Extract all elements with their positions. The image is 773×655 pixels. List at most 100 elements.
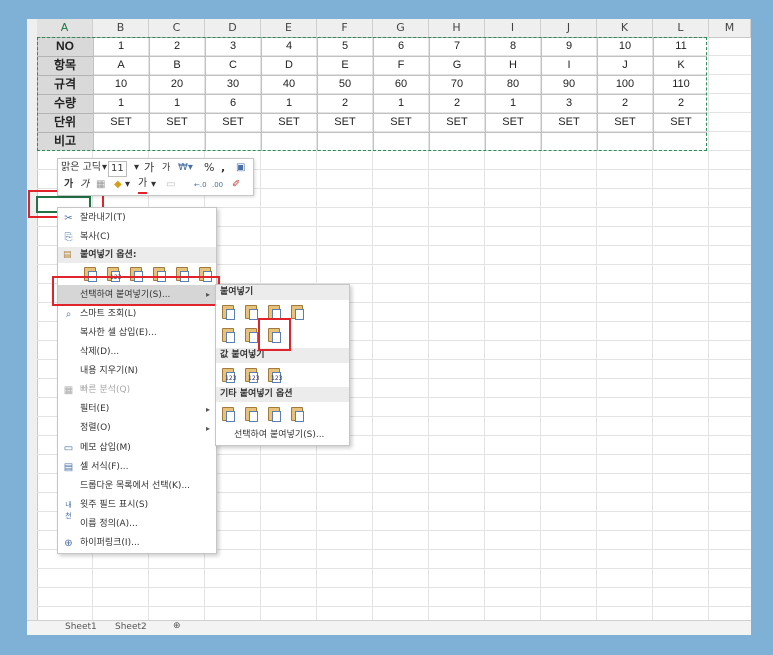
row-label-cell[interactable]: 규격 — [37, 75, 93, 94]
row-label-cell[interactable]: 비고 — [37, 132, 93, 151]
table-cell[interactable]: 60 — [373, 75, 429, 94]
table-cell[interactable]: K — [653, 56, 709, 75]
table-cell[interactable]: SET — [429, 113, 485, 132]
column-header[interactable]: I — [485, 19, 541, 37]
submenu-paste-special-link[interactable]: 선택하여 붙여넣기(S)... — [234, 428, 324, 443]
accounting-format-icon[interactable]: ₩▾ — [178, 161, 193, 175]
table-cell[interactable]: 2 — [317, 94, 373, 113]
column-header[interactable]: H — [429, 19, 485, 37]
borders-icon[interactable]: ▦ — [96, 178, 105, 192]
menu-item-smart-lookup[interactable]: ⌕ 스마트 조회(L) — [58, 305, 216, 324]
table-cell[interactable]: J — [597, 56, 653, 75]
menu-item-copy[interactable]: ⎘ 복사(C) — [58, 228, 216, 247]
table-cell[interactable]: 3 — [541, 94, 597, 113]
table-cell[interactable]: 2 — [429, 94, 485, 113]
menu-item-hyperlink[interactable]: ⊕ 하이퍼링크(I)... — [58, 534, 216, 553]
italic-button[interactable]: 가 — [80, 178, 89, 192]
table-cell[interactable]: 1 — [149, 94, 205, 113]
table-cell[interactable] — [541, 132, 597, 151]
table-cell[interactable]: 90 — [541, 75, 597, 94]
table-cell[interactable]: H — [485, 56, 541, 75]
menu-item-pick-from-dropdown[interactable]: 드롭다운 목록에서 선택(K)... — [58, 477, 216, 496]
table-cell[interactable]: SET — [261, 113, 317, 132]
menu-item-phonetic-field[interactable]: 내천 윗주 필드 표시(S) — [58, 496, 216, 520]
table-cell[interactable]: 110 — [653, 75, 709, 94]
grow-font-button[interactable]: 가 — [144, 161, 154, 175]
dropdown-chevron-icon[interactable]: ▾ — [134, 161, 139, 175]
dropdown-chevron-icon[interactable]: ▾ — [151, 178, 156, 192]
font-name-select[interactable]: 맑은 고딕 — [61, 161, 103, 175]
paste-values-icon[interactable]: 123 — [220, 366, 236, 384]
row-label-cell[interactable]: 단위 — [37, 113, 93, 132]
paste-link-icon[interactable] — [243, 405, 259, 423]
table-cell[interactable]: 6 — [373, 37, 429, 56]
table-cell[interactable]: 30 — [205, 75, 261, 94]
table-cell[interactable]: 11 — [653, 37, 709, 56]
paste-formulas-icon[interactable] — [243, 303, 259, 321]
table-cell[interactable]: 8 — [485, 37, 541, 56]
paste-keep-source-icon[interactable] — [289, 303, 305, 321]
paste-values-source-icon[interactable]: 123 — [266, 366, 282, 384]
table-cell[interactable] — [653, 132, 709, 151]
table-cell[interactable]: 1 — [93, 94, 149, 113]
table-cell[interactable] — [597, 132, 653, 151]
table-cell[interactable]: SET — [205, 113, 261, 132]
menu-item-cut[interactable]: ✂ 잘라내기(T) — [58, 209, 216, 228]
table-cell[interactable]: 1 — [93, 37, 149, 56]
table-cell[interactable]: C — [205, 56, 261, 75]
table-cell[interactable]: 40 — [261, 75, 317, 94]
paste-keep-width-icon[interactable] — [243, 326, 259, 344]
table-cell[interactable]: 3 — [205, 37, 261, 56]
table-cell[interactable]: SET — [373, 113, 429, 132]
table-cell[interactable]: D — [261, 56, 317, 75]
table-cell[interactable]: 10 — [597, 37, 653, 56]
table-cell[interactable]: 5 — [317, 37, 373, 56]
paste-no-borders-icon[interactable] — [220, 326, 236, 344]
table-cell[interactable]: 50 — [317, 75, 373, 94]
table-cell[interactable]: 20 — [149, 75, 205, 94]
table-cell[interactable]: 6 — [205, 94, 261, 113]
column-header[interactable]: A — [37, 19, 93, 37]
paste-values-number-icon[interactable]: 123 — [243, 366, 259, 384]
format-painter-icon[interactable]: ▣ — [236, 161, 245, 175]
table-cell[interactable]: SET — [597, 113, 653, 132]
merge-icon[interactable]: ▭ — [166, 178, 175, 192]
percent-button[interactable]: % — [204, 161, 214, 175]
table-cell[interactable]: SET — [485, 113, 541, 132]
column-header[interactable]: D — [205, 19, 261, 37]
column-header[interactable]: J — [541, 19, 597, 37]
table-cell[interactable]: A — [93, 56, 149, 75]
menu-item-insert-comment[interactable]: ▭ 메모 삽입(M) — [58, 439, 216, 458]
table-cell[interactable] — [205, 132, 261, 151]
menu-item-define-name[interactable]: 이름 정의(A)... — [58, 515, 216, 534]
row-label-cell[interactable]: 수량 — [37, 94, 93, 113]
column-header[interactable]: K — [597, 19, 653, 37]
table-cell[interactable]: 2 — [653, 94, 709, 113]
dropdown-chevron-icon[interactable]: ▾ — [102, 161, 107, 175]
table-cell[interactable]: 100 — [597, 75, 653, 94]
paste-formatting-icon[interactable] — [220, 405, 236, 423]
add-sheet-icon[interactable]: ⊕ — [173, 621, 181, 631]
menu-item-insert-copied-cells[interactable]: 복사한 셀 삽입(E)... — [58, 324, 216, 343]
table-cell[interactable]: 4 — [261, 37, 317, 56]
table-cell[interactable]: F — [373, 56, 429, 75]
clear-icon[interactable]: ✐ — [232, 178, 240, 192]
table-cell[interactable]: I — [541, 56, 597, 75]
table-cell[interactable] — [93, 132, 149, 151]
table-cell[interactable]: B — [149, 56, 205, 75]
column-header[interactable]: E — [261, 19, 317, 37]
increase-decimal-icon[interactable]: ←.0 — [194, 178, 207, 192]
menu-item-sort[interactable]: 정렬(O) ▸ — [58, 419, 216, 438]
table-cell[interactable]: 9 — [541, 37, 597, 56]
table-cell[interactable] — [261, 132, 317, 151]
font-size-select[interactable]: 11 — [108, 161, 127, 177]
table-cell[interactable]: 2 — [149, 37, 205, 56]
decrease-decimal-icon[interactable]: .00 — [212, 178, 223, 192]
table-cell[interactable]: SET — [149, 113, 205, 132]
table-cell[interactable]: 1 — [373, 94, 429, 113]
column-header[interactable]: F — [317, 19, 373, 37]
comma-button[interactable]: , — [221, 161, 225, 175]
menu-item-delete[interactable]: 삭제(D)... — [58, 343, 216, 362]
row-label-cell[interactable]: 항목 — [37, 56, 93, 75]
font-color-button[interactable]: 가 — [138, 178, 148, 194]
